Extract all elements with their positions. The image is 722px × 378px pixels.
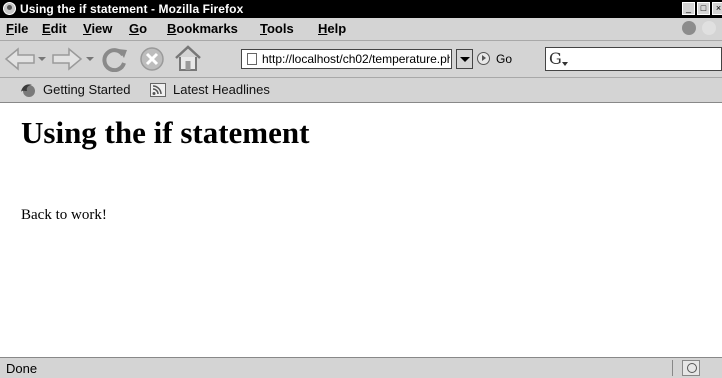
reload-icon[interactable] [101,46,129,72]
forward-dropdown-icon[interactable] [86,55,94,63]
status-bar: Done [0,357,722,378]
bookmarks-toolbar: Getting Started Latest Headlines [0,78,722,103]
menu-go[interactable]: Go [129,21,147,37]
close-icon[interactable]: × [712,2,722,15]
home-icon[interactable] [173,45,203,72]
maximize-icon[interactable]: □ [697,2,710,15]
menu-edit[interactable]: Edit [42,21,67,37]
page-content: Using the if statement Back to work! [0,103,722,357]
back-dropdown-icon[interactable] [38,55,46,63]
search-box[interactable]: G [545,47,722,71]
menu-tools[interactable]: Tools [260,21,294,37]
title-bar: Using the if statement - Mozilla Firefox… [0,0,722,18]
page-heading: Using the if statement [21,115,310,150]
go-arrow-icon [477,52,490,65]
bookmark-getting-started[interactable]: Getting Started [43,81,130,99]
status-text: Done [6,361,38,376]
page-icon [247,53,257,65]
search-engine-dropdown-icon[interactable] [562,62,568,67]
firefox-app-icon [3,2,16,15]
page-body-text: Back to work! [21,207,107,223]
menu-view[interactable]: View [83,21,112,37]
navigation-toolbar: Go G [0,41,722,78]
activity-throbber-icon [682,21,696,35]
go-label: Go [496,52,513,66]
back-arrow-icon[interactable] [4,47,36,71]
popup-blocker-icon[interactable] [682,360,700,376]
url-input[interactable] [262,50,450,68]
rss-icon [150,83,166,97]
url-history-dropdown-icon[interactable] [456,49,473,69]
activity-throbber-secondary-icon [702,21,716,35]
menu-bar: File Edit View Go Bookmarks Tools Help [0,18,722,41]
window-title: Using the if statement - Mozilla Firefox [20,2,244,16]
menu-file[interactable]: File [6,21,28,37]
browser-window: Using the if statement - Mozilla Firefox… [0,0,722,378]
minimize-icon[interactable]: _ [682,2,695,15]
stop-icon[interactable] [139,46,165,72]
forward-arrow-icon[interactable] [51,47,83,71]
search-engine-icon[interactable]: G [549,49,562,69]
menu-help[interactable]: Help [318,21,346,37]
firefox-icon [21,84,35,97]
url-bar[interactable] [241,49,452,69]
bookmark-latest-headlines[interactable]: Latest Headlines [173,81,270,99]
status-separator [672,360,673,376]
menu-bookmarks[interactable]: Bookmarks [167,21,238,37]
